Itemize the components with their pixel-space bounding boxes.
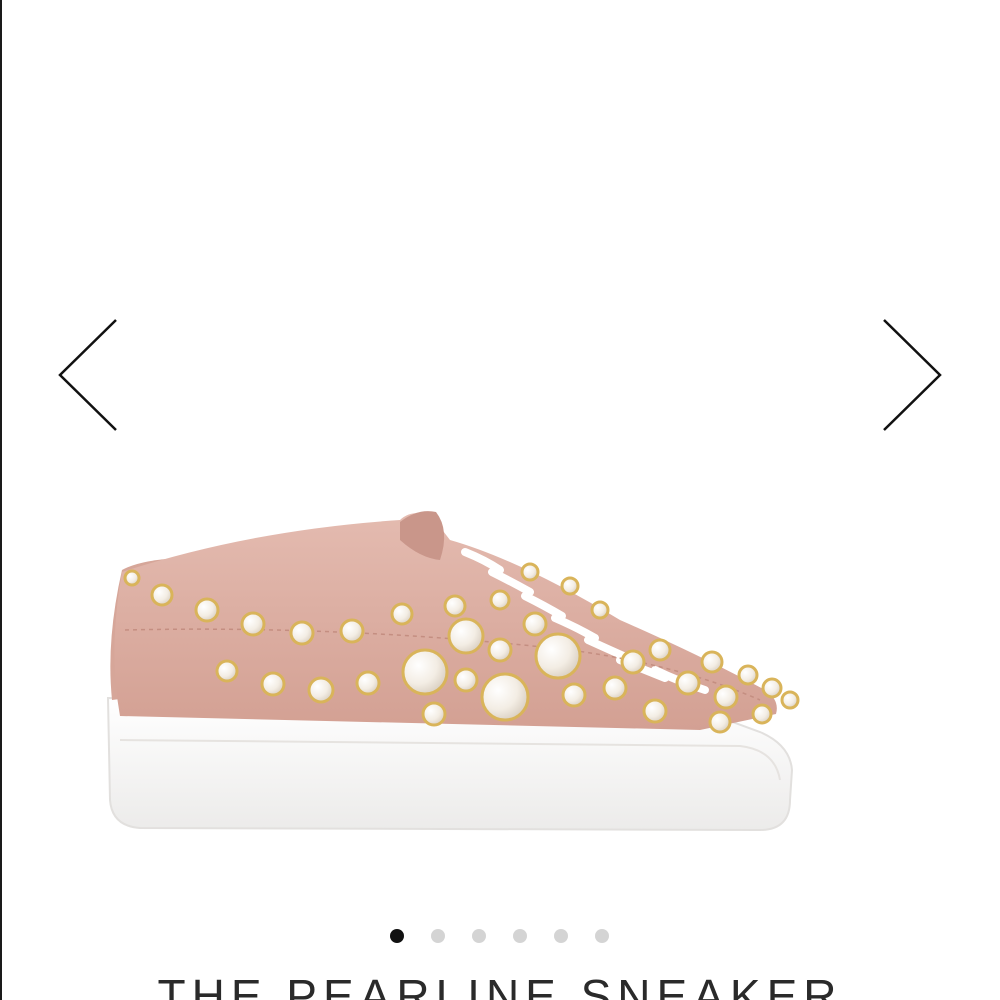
carousel-dot-6[interactable]: [594, 929, 609, 943]
chevron-right-icon: [883, 319, 942, 431]
carousel-pagination: [0, 929, 1000, 943]
carousel-dot-2[interactable]: [430, 929, 445, 943]
product-image-sneaker: [100, 500, 900, 840]
carousel-next-button[interactable]: [880, 315, 944, 435]
product-page: THE PEARLINE SNEAKER: [0, 0, 1000, 1000]
image-carousel[interactable]: [0, 0, 1000, 900]
product-title: THE PEARLINE SNEAKER: [157, 970, 843, 1000]
chevron-left-icon: [58, 319, 117, 431]
carousel-dot-4[interactable]: [512, 929, 527, 943]
carousel-dot-3[interactable]: [471, 929, 486, 943]
carousel-prev-button[interactable]: [56, 315, 120, 435]
carousel-dot-5[interactable]: [553, 929, 568, 943]
carousel-dot-1[interactable]: [389, 929, 404, 943]
